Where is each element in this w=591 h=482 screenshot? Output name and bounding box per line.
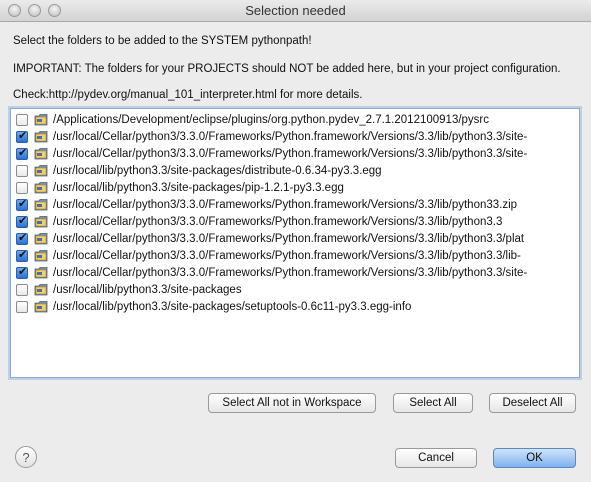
- folder-list-item[interactable]: /usr/local/lib/python3.3/site-packages: [11, 281, 579, 298]
- folder-icon: [34, 164, 48, 177]
- title-bar: Selection needed: [0, 0, 591, 22]
- folder-checkbox[interactable]: [16, 300, 28, 313]
- folder-icon: [34, 113, 48, 126]
- folder-path-label: /usr/local/Cellar/python3/3.3.0/Framewor…: [53, 249, 521, 262]
- folder-list-item[interactable]: /usr/local/lib/python3.3/site-packages/s…: [11, 298, 579, 315]
- folder-path-label: /usr/local/Cellar/python3/3.3.0/Framewor…: [53, 215, 503, 228]
- folder-path-label: /usr/local/Cellar/python3/3.3.0/Framewor…: [53, 232, 525, 245]
- folder-list-item[interactable]: /usr/local/Cellar/python3/3.3.0/Framewor…: [11, 196, 579, 213]
- folder-icon: [34, 181, 48, 194]
- folder-path-label: /usr/local/Cellar/python3/3.3.0/Framewor…: [53, 266, 528, 279]
- folder-list-item[interactable]: /usr/local/Cellar/python3/3.3.0/Framewor…: [11, 145, 579, 162]
- folder-list-item[interactable]: /usr/local/Cellar/python3/3.3.0/Framewor…: [11, 230, 579, 247]
- folder-checkbox[interactable]: [16, 214, 28, 228]
- folder-path-label: /usr/local/Cellar/python3/3.3.0/Framewor…: [53, 147, 528, 160]
- folder-icon: [34, 147, 48, 160]
- folder-checkbox[interactable]: [16, 164, 28, 177]
- select-all-button[interactable]: Select All: [393, 393, 473, 413]
- folder-path-label: /usr/local/Cellar/python3/3.3.0/Framewor…: [53, 198, 518, 211]
- help-link-text: Check:http://pydev.org/manual_101_interp…: [13, 89, 363, 101]
- ok-button[interactable]: OK: [493, 448, 576, 468]
- folder-checkbox[interactable]: [16, 265, 28, 279]
- folder-icon: [34, 130, 48, 143]
- folder-checkbox[interactable]: [16, 181, 28, 194]
- folder-list-item[interactable]: /usr/local/Cellar/python3/3.3.0/Framewor…: [11, 128, 579, 145]
- folder-icon: [34, 249, 48, 262]
- window-title: Selection needed: [245, 3, 346, 18]
- select-all-not-in-workspace-button[interactable]: Select All not in Workspace: [208, 393, 376, 413]
- cancel-button[interactable]: Cancel: [395, 448, 477, 468]
- folder-checkbox[interactable]: [16, 129, 28, 143]
- folder-icon: [34, 198, 48, 211]
- folder-path-label: /usr/local/lib/python3.3/site-packages/d…: [53, 164, 382, 177]
- folder-icon: [34, 283, 48, 296]
- instruction-text: Select the folders to be added to the SY…: [13, 35, 312, 47]
- folder-list-item[interactable]: /usr/local/Cellar/python3/3.3.0/Framewor…: [11, 247, 579, 264]
- folder-list-item[interactable]: /Applications/Development/eclipse/plugin…: [11, 111, 579, 128]
- help-icon[interactable]: ?: [15, 446, 37, 468]
- folder-checkbox[interactable]: [16, 283, 28, 296]
- folder-icon: [34, 215, 48, 228]
- folder-list-item[interactable]: /usr/local/lib/python3.3/site-packages/p…: [11, 179, 579, 196]
- folder-path-label: /usr/local/lib/python3.3/site-packages: [53, 283, 242, 296]
- folder-icon: [34, 232, 48, 245]
- folder-checkbox[interactable]: [16, 231, 28, 245]
- folder-icon: [34, 300, 48, 313]
- folder-path-label: /usr/local/lib/python3.3/site-packages/p…: [53, 181, 344, 194]
- folder-checkbox[interactable]: [16, 248, 28, 262]
- important-note-text: IMPORTANT: The folders for your PROJECTS…: [13, 63, 561, 75]
- folder-list-item[interactable]: /usr/local/Cellar/python3/3.3.0/Framewor…: [11, 264, 579, 281]
- folder-path-label: /usr/local/lib/python3.3/site-packages/s…: [53, 300, 412, 313]
- folder-icon: [34, 266, 48, 279]
- folder-list[interactable]: /Applications/Development/eclipse/plugin…: [10, 108, 580, 378]
- folder-path-label: /usr/local/Cellar/python3/3.3.0/Framewor…: [53, 130, 528, 143]
- folder-list-item[interactable]: /usr/local/Cellar/python3/3.3.0/Framewor…: [11, 213, 579, 230]
- folder-checkbox[interactable]: [16, 197, 28, 211]
- folder-checkbox[interactable]: [16, 113, 28, 126]
- folder-checkbox[interactable]: [16, 146, 28, 160]
- folder-list-item[interactable]: /usr/local/lib/python3.3/site-packages/d…: [11, 162, 579, 179]
- folder-path-label: /Applications/Development/eclipse/plugin…: [53, 113, 490, 126]
- deselect-all-button[interactable]: Deselect All: [489, 393, 576, 413]
